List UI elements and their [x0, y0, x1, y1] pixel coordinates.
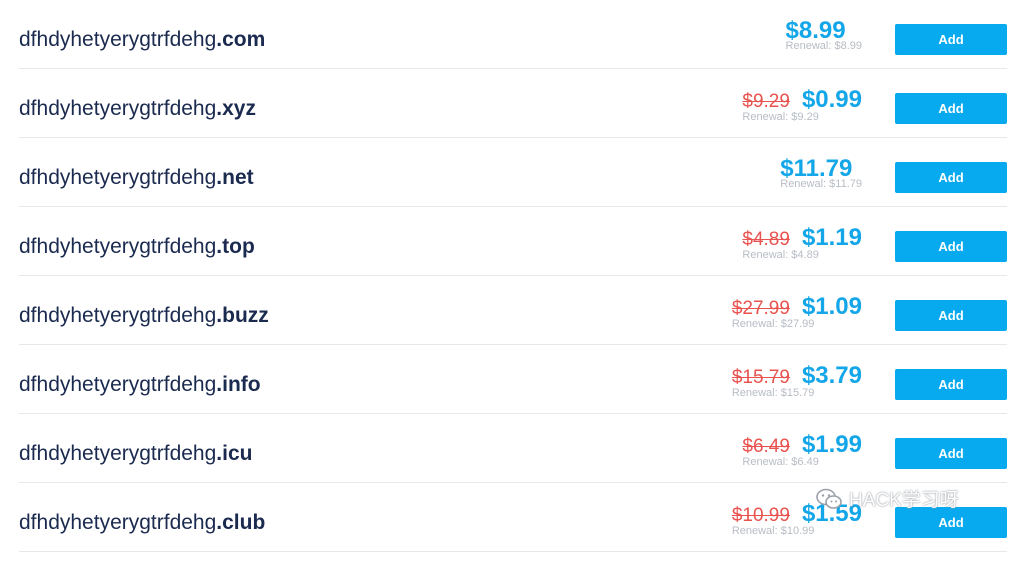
domain-row: dfhdyhetyerygtrfdehg.net $11.79 Renewal:…	[19, 138, 1007, 207]
price-block: $27.99 $1.09 Renewal: $27.99	[732, 293, 862, 331]
domain-tld: .net	[216, 166, 254, 189]
current-price: $3.79	[801, 362, 862, 389]
domain-name: dfhdyhetyerygtrfdehg.icu	[19, 414, 252, 494]
wechat-icon	[816, 488, 842, 509]
price-block: $11.79 Renewal: $11.79	[780, 156, 862, 191]
renewal-price: Renewal: $8.99	[785, 40, 862, 52]
domain-name: dfhdyhetyerygtrfdehg.buzz	[19, 276, 269, 356]
domain-name: dfhdyhetyerygtrfdehg.top	[19, 207, 255, 287]
domain-tld: .xyz	[216, 97, 256, 120]
add-button[interactable]: Add	[895, 162, 1007, 193]
domain-base: dfhdyhetyerygtrfdehg	[19, 442, 217, 465]
domain-tld: .icu	[216, 442, 253, 465]
domain-tld: .info	[216, 373, 261, 396]
domain-base: dfhdyhetyerygtrfdehg	[19, 235, 217, 258]
current-price: $1.99	[801, 431, 862, 458]
domain-row: dfhdyhetyerygtrfdehg.top $4.89 $1.19 Ren…	[19, 207, 1007, 276]
domain-row: dfhdyhetyerygtrfdehg.info $15.79 $3.79 R…	[19, 345, 1007, 414]
watermark: HACK学习呀	[815, 485, 959, 512]
renewal-price: Renewal: $11.79	[780, 178, 862, 190]
add-button[interactable]: Add	[895, 438, 1007, 469]
domain-tld: .club	[216, 511, 266, 534]
price-block: $15.79 $3.79 Renewal: $15.79	[732, 362, 862, 400]
add-button[interactable]: Add	[895, 93, 1007, 124]
watermark-text: HACK学习呀	[849, 490, 959, 511]
domain-name: dfhdyhetyerygtrfdehg.club	[19, 483, 265, 563]
domain-base: dfhdyhetyerygtrfdehg	[19, 373, 217, 396]
domain-base: dfhdyhetyerygtrfdehg	[19, 97, 217, 120]
domain-row: dfhdyhetyerygtrfdehg.icu $6.49 $1.99 Ren…	[19, 414, 1007, 483]
price-block: $9.29 $0.99 Renewal: $9.29	[742, 86, 862, 124]
domain-tld: .buzz	[216, 304, 269, 327]
domain-base: dfhdyhetyerygtrfdehg	[19, 28, 217, 51]
domain-base: dfhdyhetyerygtrfdehg	[19, 166, 217, 189]
add-button[interactable]: Add	[895, 231, 1007, 262]
domain-row: dfhdyhetyerygtrfdehg.buzz $27.99 $1.09 R…	[19, 276, 1007, 345]
domain-tld: .top	[216, 235, 255, 258]
current-price: $1.19	[801, 224, 862, 251]
price-block: $4.89 $1.19 Renewal: $4.89	[742, 224, 862, 262]
add-button[interactable]: Add	[895, 300, 1007, 331]
price-block: $6.49 $1.99 Renewal: $6.49	[742, 431, 862, 469]
current-price: $0.99	[801, 86, 862, 113]
add-button[interactable]: Add	[895, 24, 1007, 55]
price-block: $8.99 Renewal: $8.99	[785, 18, 862, 53]
domain-row: dfhdyhetyerygtrfdehg.xyz $9.29 $0.99 Ren…	[19, 69, 1007, 138]
domain-name: dfhdyhetyerygtrfdehg.com	[19, 0, 265, 80]
domain-base: dfhdyhetyerygtrfdehg	[19, 304, 217, 327]
domain-results-list: dfhdyhetyerygtrfdehg.com $8.99 Renewal: …	[0, 0, 1021, 552]
domain-tld: .com	[216, 28, 266, 51]
domain-name: dfhdyhetyerygtrfdehg.net	[19, 138, 254, 218]
current-price: $1.09	[801, 293, 862, 320]
add-button[interactable]: Add	[895, 369, 1007, 400]
domain-name: dfhdyhetyerygtrfdehg.xyz	[19, 69, 256, 149]
domain-name: dfhdyhetyerygtrfdehg.info	[19, 345, 261, 425]
domain-row: dfhdyhetyerygtrfdehg.com $8.99 Renewal: …	[19, 0, 1007, 69]
domain-base: dfhdyhetyerygtrfdehg	[19, 511, 217, 534]
